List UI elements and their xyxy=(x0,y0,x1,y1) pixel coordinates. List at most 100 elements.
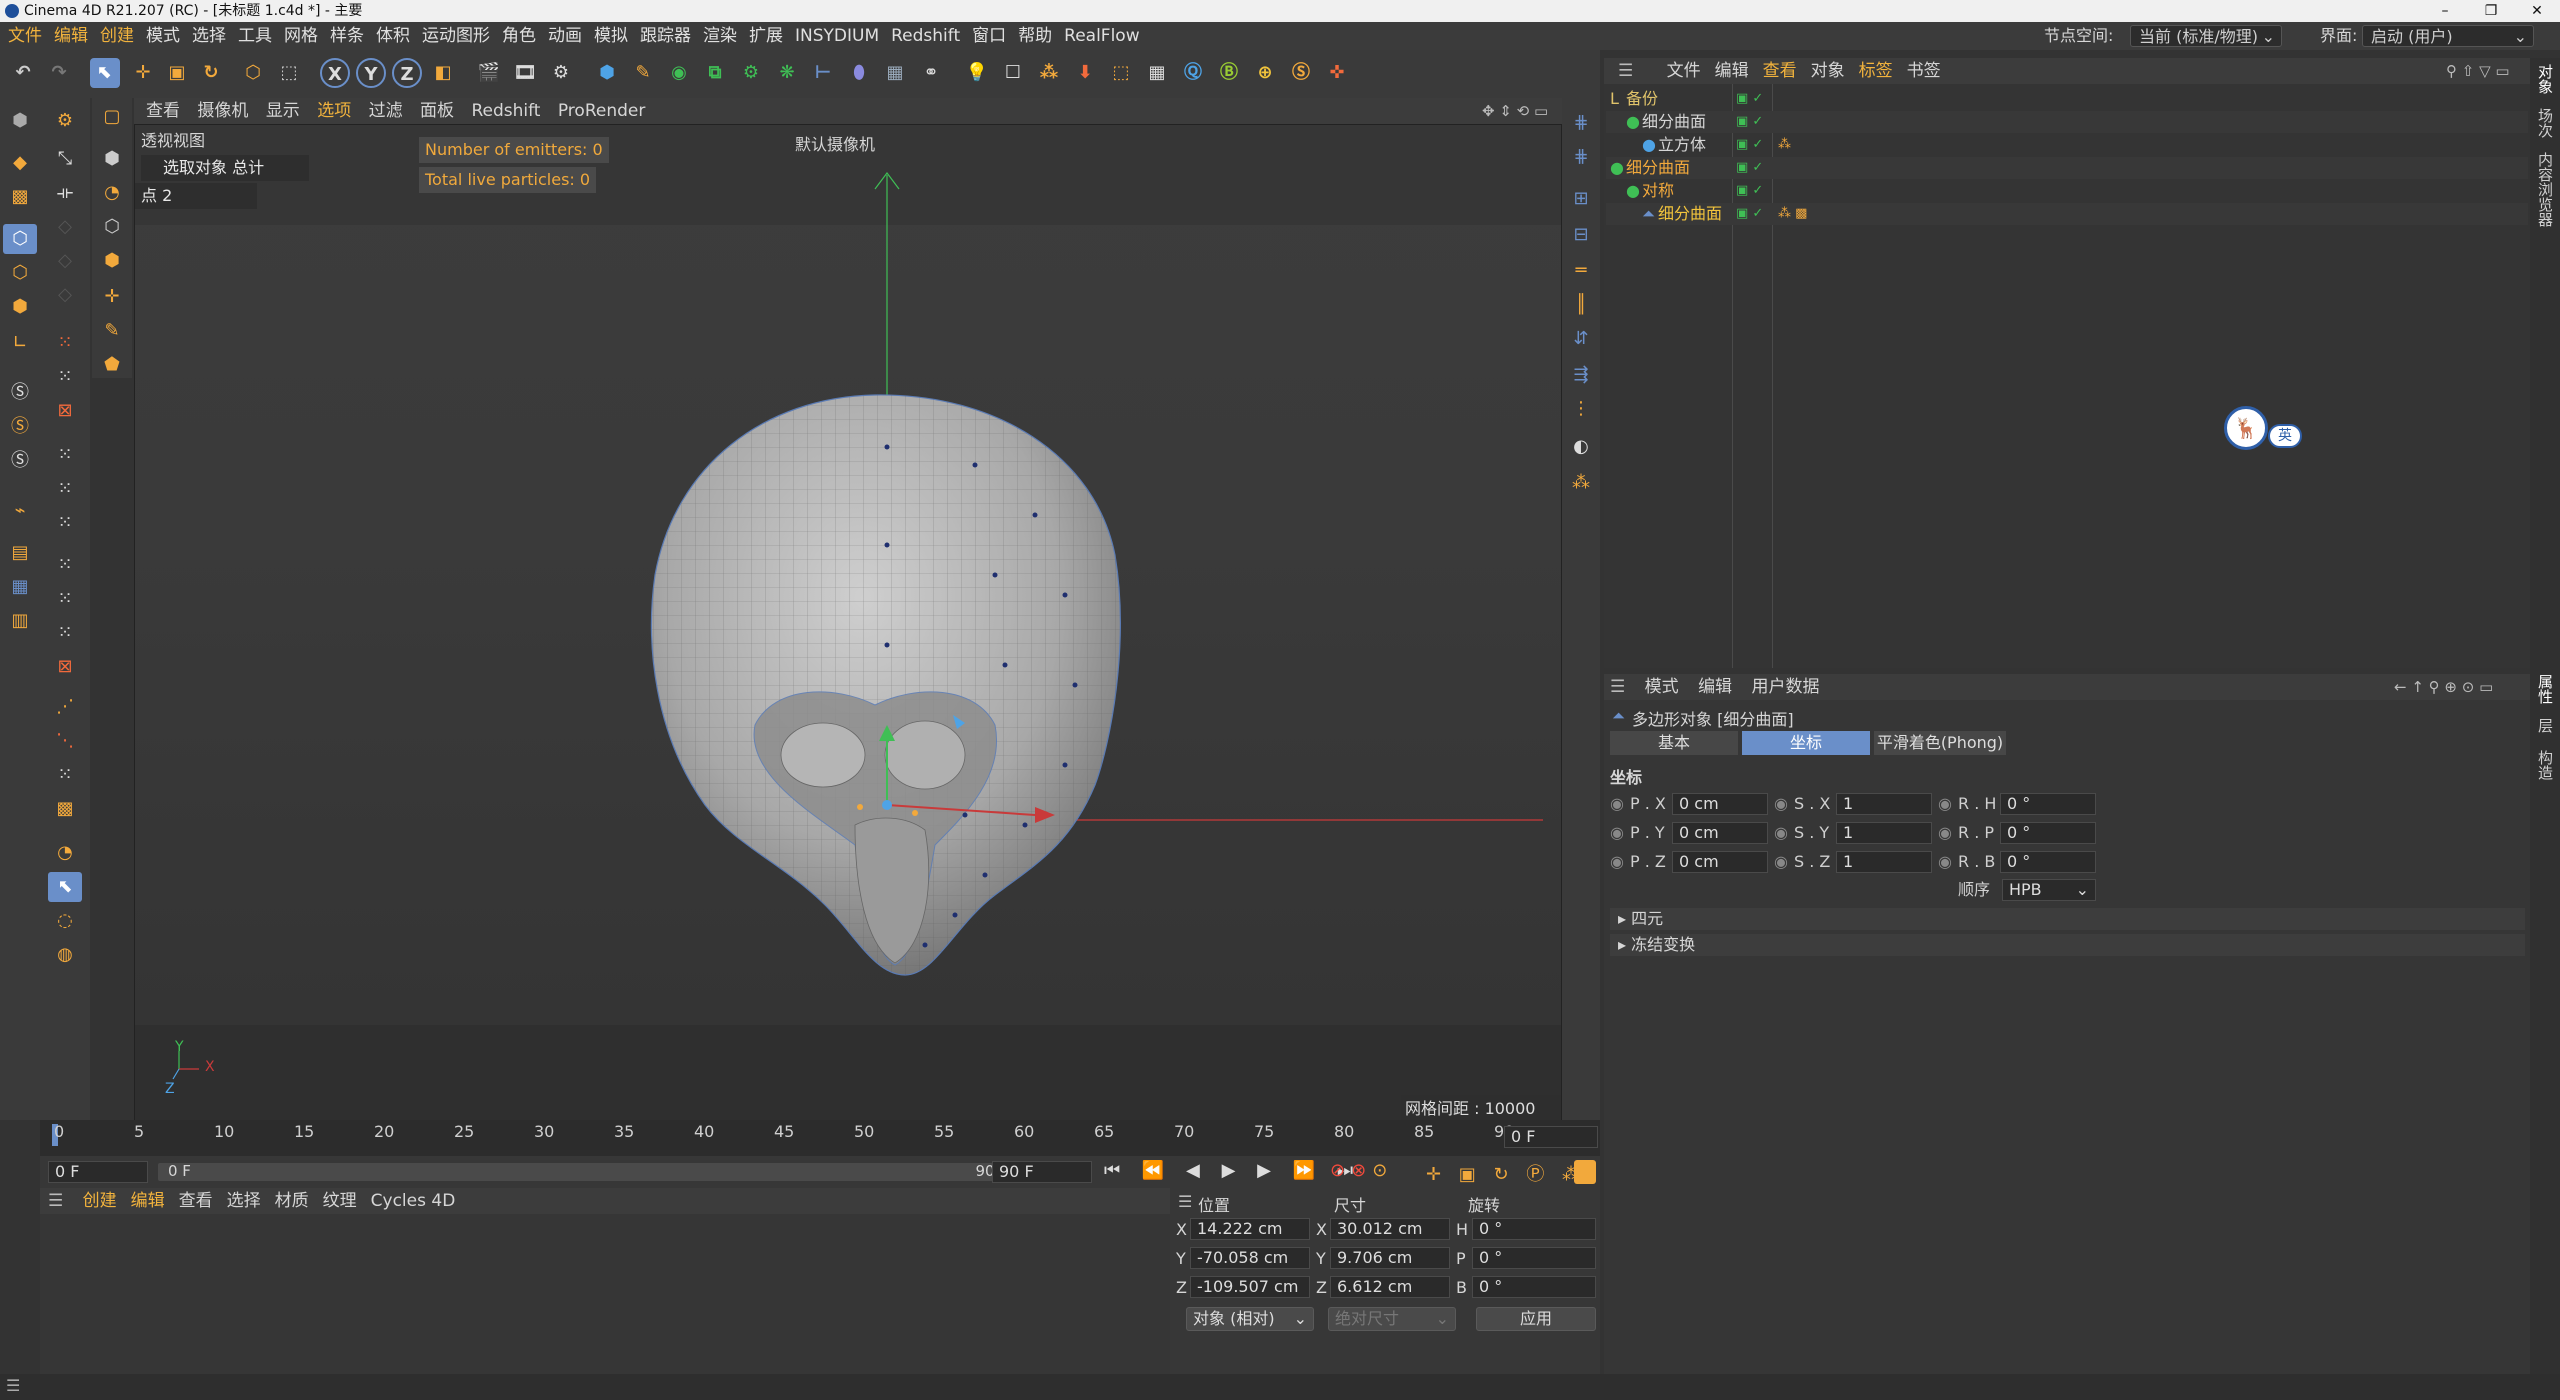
side-tab-takes[interactable]: 场次 xyxy=(2534,108,2556,138)
menu-item[interactable]: 样条 xyxy=(330,22,364,50)
attr-nav-icons[interactable]: ← ↑ ⚲ ⊕ ⊙ ▭ xyxy=(2394,674,2493,700)
circle-tool-icon[interactable]: ◔ xyxy=(95,178,129,208)
menu-item[interactable]: 渲染 xyxy=(703,22,737,50)
coordinate-mode-dropdown[interactable]: 对象 (相对) ⌄ xyxy=(1186,1307,1314,1331)
side-tool-2-icon[interactable]: ⋕ xyxy=(1564,142,1598,172)
cube-primitive-icon[interactable]: ⬢ xyxy=(592,58,622,88)
move-points-icon[interactable]: ⤡ xyxy=(48,144,82,174)
menu-item[interactable]: 网格 xyxy=(284,22,318,50)
make-editable-icon[interactable]: ⬢ xyxy=(3,106,37,136)
menu-item[interactable]: 窗口 xyxy=(972,22,1006,50)
position-field[interactable]: 14.222 cm xyxy=(1190,1218,1310,1240)
menu-item[interactable]: RealFlow xyxy=(1064,22,1139,50)
layout-dropdown[interactable]: 启动 (用户) ⌄ xyxy=(2362,25,2534,47)
radio-icon[interactable]: ◉ xyxy=(1774,822,1788,844)
tag-icon[interactable]: ⁂ ▩ xyxy=(1778,203,1807,225)
hamburger-icon[interactable]: ☰ xyxy=(48,1191,63,1211)
texture-mode-icon[interactable]: ▩ xyxy=(3,182,37,212)
side-tool-4-icon[interactable]: ⊟ xyxy=(1564,220,1598,250)
key-type-controls[interactable]: ✛ ▣ ↻ Ⓟ ⁂ xyxy=(1426,1160,1586,1186)
y-axis-lock-button[interactable]: Y xyxy=(356,58,386,88)
viewport-menu-filter[interactable]: 过滤 xyxy=(369,101,403,121)
camera-icon[interactable]: ⬮ xyxy=(844,58,874,88)
side-tab-content-browser[interactable]: 内容浏览器 xyxy=(2534,152,2556,227)
menu-item[interactable]: 体积 xyxy=(376,22,410,50)
tab-phong[interactable]: 平滑着色(Phong) xyxy=(1874,731,2006,755)
tab-coordinates[interactable]: 坐标 xyxy=(1742,731,1870,755)
snap-s-icon[interactable]: Ⓢ xyxy=(3,378,37,408)
menu-item[interactable]: 帮助 xyxy=(1018,22,1052,50)
radio-icon[interactable]: ◉ xyxy=(1774,793,1788,815)
mograph-icon[interactable]: ❋ xyxy=(772,58,802,88)
attr-field-input[interactable]: 0 cm xyxy=(1672,793,1768,815)
object-row[interactable]: ● 对称 ▣ ✓ xyxy=(1606,180,2528,202)
object-menu-item[interactable]: 编辑 xyxy=(1715,61,1749,81)
visibility-check-icon[interactable]: ▣ ✓ xyxy=(1736,111,1763,133)
menu-item[interactable]: 角色 xyxy=(502,22,536,50)
visibility-check-icon[interactable]: ▣ ✓ xyxy=(1736,157,1763,179)
selected-point-1[interactable] xyxy=(857,804,863,810)
object-name[interactable]: 细分曲面 xyxy=(1642,111,1706,133)
hamburger-icon[interactable]: ☰ xyxy=(1610,677,1625,697)
menu-item[interactable]: INSYDIUM xyxy=(795,22,879,50)
fill-select-icon[interactable]: ⁙ xyxy=(48,618,82,648)
object-name[interactable]: 对称 xyxy=(1642,180,1674,202)
attr-field-input[interactable]: 1 xyxy=(1836,851,1932,873)
object-row[interactable]: ● 立方体 ▣ ✓ ⁂ xyxy=(1606,134,2528,156)
menu-item[interactable]: 扩展 xyxy=(749,22,783,50)
object-manager-tools-icons[interactable]: ⚲ ⇧ ▽ ▭ xyxy=(2446,58,2510,84)
size-mode-dropdown[interactable]: 绝对尺寸 ⌄ xyxy=(1328,1307,1456,1331)
target-icon[interactable]: ⊕ xyxy=(1250,58,1280,88)
material-menu-item[interactable]: 编辑 xyxy=(131,1191,165,1211)
object-name[interactable]: 立方体 xyxy=(1658,134,1706,156)
object-name[interactable]: 细分曲面 xyxy=(1626,157,1690,179)
qr-icon[interactable]: Ⓠ xyxy=(1178,58,1208,88)
object-menu-item[interactable]: 文件 xyxy=(1667,61,1701,81)
size-field[interactable]: 9.706 cm xyxy=(1330,1247,1450,1269)
add-point-icon[interactable]: ✛ xyxy=(95,282,129,312)
rotate-tool-icon[interactable]: ↻ xyxy=(196,58,226,88)
visibility-check-icon[interactable]: ▣ ✓ xyxy=(1736,180,1763,202)
particle-icon[interactable]: ⬇ xyxy=(1070,58,1100,88)
object-name[interactable]: 备份 xyxy=(1626,88,1658,110)
material-manager-area[interactable] xyxy=(40,1214,1170,1374)
scene-icon[interactable]: ⊢ xyxy=(808,58,838,88)
bevel-cube-icon[interactable]: ⬢ xyxy=(95,144,129,174)
frame-range-slider[interactable]: 0 F 90 F xyxy=(158,1162,1018,1181)
polygon-select-icon[interactable]: ◍ xyxy=(48,940,82,970)
arrows-icon[interactable]: ✜ xyxy=(1322,58,1352,88)
pen-spline-icon[interactable]: ✎ xyxy=(628,58,658,88)
selected-point-2[interactable] xyxy=(912,810,918,816)
menu-item[interactable]: 创建 xyxy=(100,22,134,50)
rotation-field[interactable]: 0 ° xyxy=(1472,1276,1596,1298)
snap-workplane-icon[interactable]: Ⓢ xyxy=(3,446,37,476)
move-tool-icon[interactable]: ✛ xyxy=(128,58,158,88)
matrix-extrude-icon[interactable]: ⁙ xyxy=(48,508,82,538)
ime-badge[interactable]: 英 xyxy=(2268,424,2302,448)
menu-item[interactable]: 模式 xyxy=(146,22,180,50)
model-mode-icon[interactable]: ◆ xyxy=(3,148,37,178)
side-tab-objects[interactable]: 对象 xyxy=(2534,64,2556,94)
select-tool-icon[interactable]: ⬉ xyxy=(90,58,120,88)
radio-icon[interactable]: ◉ xyxy=(1610,822,1624,844)
rectangle-select-icon[interactable]: ▢ xyxy=(95,102,129,132)
disabled-tool-icon[interactable]: ◇ xyxy=(48,212,82,242)
cloner-icon[interactable]: ⧉ xyxy=(700,58,730,88)
autokey-icon[interactable]: ⊗ xyxy=(1351,1160,1372,1181)
visibility-check-icon[interactable]: ▣ ✓ xyxy=(1736,134,1763,156)
attr-field-input[interactable]: 1 xyxy=(1836,793,1932,815)
side-tool-5-icon[interactable]: ═ xyxy=(1564,256,1598,286)
selection-icon[interactable]: ⬚ xyxy=(1106,58,1136,88)
scene-objects-icon[interactable]: ⚭ xyxy=(916,58,946,88)
visibility-check-icon[interactable]: ▣ ✓ xyxy=(1736,88,1763,110)
material-menu-item[interactable]: 纹理 xyxy=(323,1191,357,1211)
timeline-ruler[interactable]: 051015202530354045505560657075808590 0 F xyxy=(40,1120,1600,1156)
bevel-icon[interactable]: ⊠ xyxy=(48,396,82,426)
grid-icon[interactable]: ▦ xyxy=(1142,58,1172,88)
attr-field-input[interactable]: 0 ° xyxy=(2000,822,2096,844)
deer-avatar-icon[interactable]: 🦌 xyxy=(2224,406,2268,450)
live-select-icon[interactable]: ⬚ xyxy=(274,58,304,88)
attr-field-input[interactable]: 0 ° xyxy=(2000,851,2096,873)
deformer-icon[interactable]: ⚙ xyxy=(736,58,766,88)
start-frame-field[interactable]: 0 F xyxy=(48,1161,148,1183)
